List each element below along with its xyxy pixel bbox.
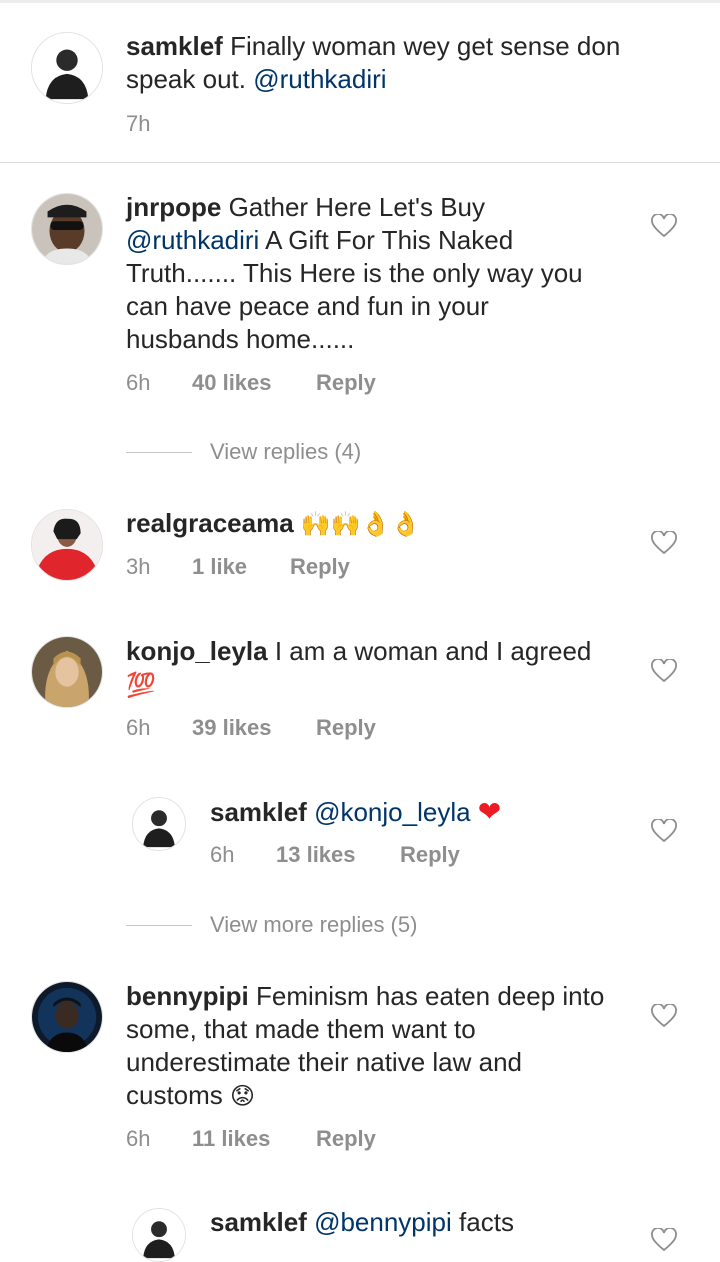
heart-outline-icon[interactable]	[651, 1004, 677, 1028]
username[interactable]: samklef	[210, 797, 307, 827]
comment-body: realgraceama 🙌🙌👌👌	[126, 507, 606, 541]
comment-meta: 6h 11 likes Reply	[126, 1126, 526, 1152]
red-heart-emoji: ❤	[477, 795, 502, 828]
divider-dash	[126, 925, 192, 926]
timestamp: 6h	[126, 715, 151, 740]
timestamp: 6h	[126, 370, 151, 395]
heart-outline-icon[interactable]	[651, 819, 677, 843]
comment-body: bennypipi Feminism has eaten deep into s…	[126, 980, 606, 1113]
reply-body: samklef @konjo_leyla ❤	[210, 795, 630, 829]
emoji-text: 🙌🙌👌👌	[300, 510, 421, 538]
username[interactable]: konjo_leyla	[126, 636, 268, 666]
heart-outline-icon[interactable]	[651, 531, 677, 555]
comment-text: Gather Here Let's Buy	[228, 192, 485, 222]
view-more-replies-label[interactable]: View more replies (5)	[210, 910, 417, 940]
caption-separator	[0, 162, 720, 163]
divider-dash	[126, 452, 192, 453]
reply-button[interactable]: Reply	[400, 842, 460, 868]
view-replies-button[interactable]: View replies (4)	[126, 437, 426, 467]
view-more-replies-button[interactable]: View more replies (5)	[126, 910, 466, 940]
likes-count[interactable]: 39 likes	[192, 715, 272, 741]
comment-meta: 7h	[126, 111, 326, 137]
top-edge	[0, 0, 720, 3]
view-replies-label[interactable]: View replies (4)	[210, 437, 361, 467]
timestamp: 6h	[126, 1126, 151, 1151]
reply-button[interactable]: Reply	[290, 554, 350, 580]
avatar[interactable]	[31, 509, 103, 581]
timestamp: 7h	[126, 111, 151, 136]
comment-body: jnrpope Gather Here Let's Buy @ruthkadir…	[126, 191, 596, 356]
reply-button[interactable]: Reply	[316, 370, 376, 396]
mention-link[interactable]: @bennypipi	[314, 1207, 452, 1237]
reply-avatar[interactable]	[132, 1208, 186, 1262]
mention-link[interactable]: @ruthkadiri	[253, 64, 386, 94]
reply-meta: 6h 13 likes Reply	[210, 842, 610, 868]
heart-outline-icon[interactable]	[651, 214, 677, 238]
hundred-points-emoji: 💯	[126, 671, 156, 699]
mention-link[interactable]: @konjo_leyla	[314, 797, 470, 827]
likes-count[interactable]: 40 likes	[192, 370, 272, 396]
heart-outline-icon[interactable]	[651, 659, 677, 683]
likes-count[interactable]: 11 likes	[192, 1126, 270, 1152]
avatar[interactable]	[31, 636, 103, 708]
username[interactable]: samklef	[126, 31, 223, 61]
likes-count[interactable]: 13 likes	[276, 842, 356, 868]
avatar[interactable]	[31, 981, 103, 1053]
reply-body: samklef @bennypipi facts	[210, 1206, 630, 1239]
reply-button[interactable]: Reply	[316, 715, 376, 741]
heart-outline-icon[interactable]	[651, 1228, 677, 1252]
comment-body: samklef Finally woman wey get sense don …	[126, 30, 686, 96]
comment-meta: 6h 39 likes Reply	[126, 715, 526, 741]
reply-text: facts	[459, 1207, 514, 1237]
reply-button[interactable]: Reply	[316, 1126, 376, 1152]
comment-body: konjo_leyla I am a woman and I agreed 💯	[126, 635, 626, 702]
username[interactable]: realgraceama	[126, 508, 294, 538]
username[interactable]: jnrpope	[126, 192, 221, 222]
likes-count[interactable]: 1 like	[192, 554, 247, 580]
timestamp: 6h	[210, 842, 235, 867]
timestamp: 3h	[126, 554, 151, 579]
worried-face-emoji: 😟	[230, 1082, 256, 1110]
username[interactable]: bennypipi	[126, 981, 249, 1011]
comment-meta: 6h 40 likes Reply	[126, 370, 526, 396]
comment-text: I am a woman and I agreed	[274, 636, 592, 666]
avatar[interactable]	[31, 32, 103, 104]
mention-link[interactable]: @ruthkadiri	[126, 225, 259, 255]
comment-meta: 3h 1 like Reply	[126, 554, 526, 580]
reply-avatar[interactable]	[132, 797, 186, 851]
avatar[interactable]	[31, 193, 103, 265]
username[interactable]: samklef	[210, 1207, 307, 1237]
